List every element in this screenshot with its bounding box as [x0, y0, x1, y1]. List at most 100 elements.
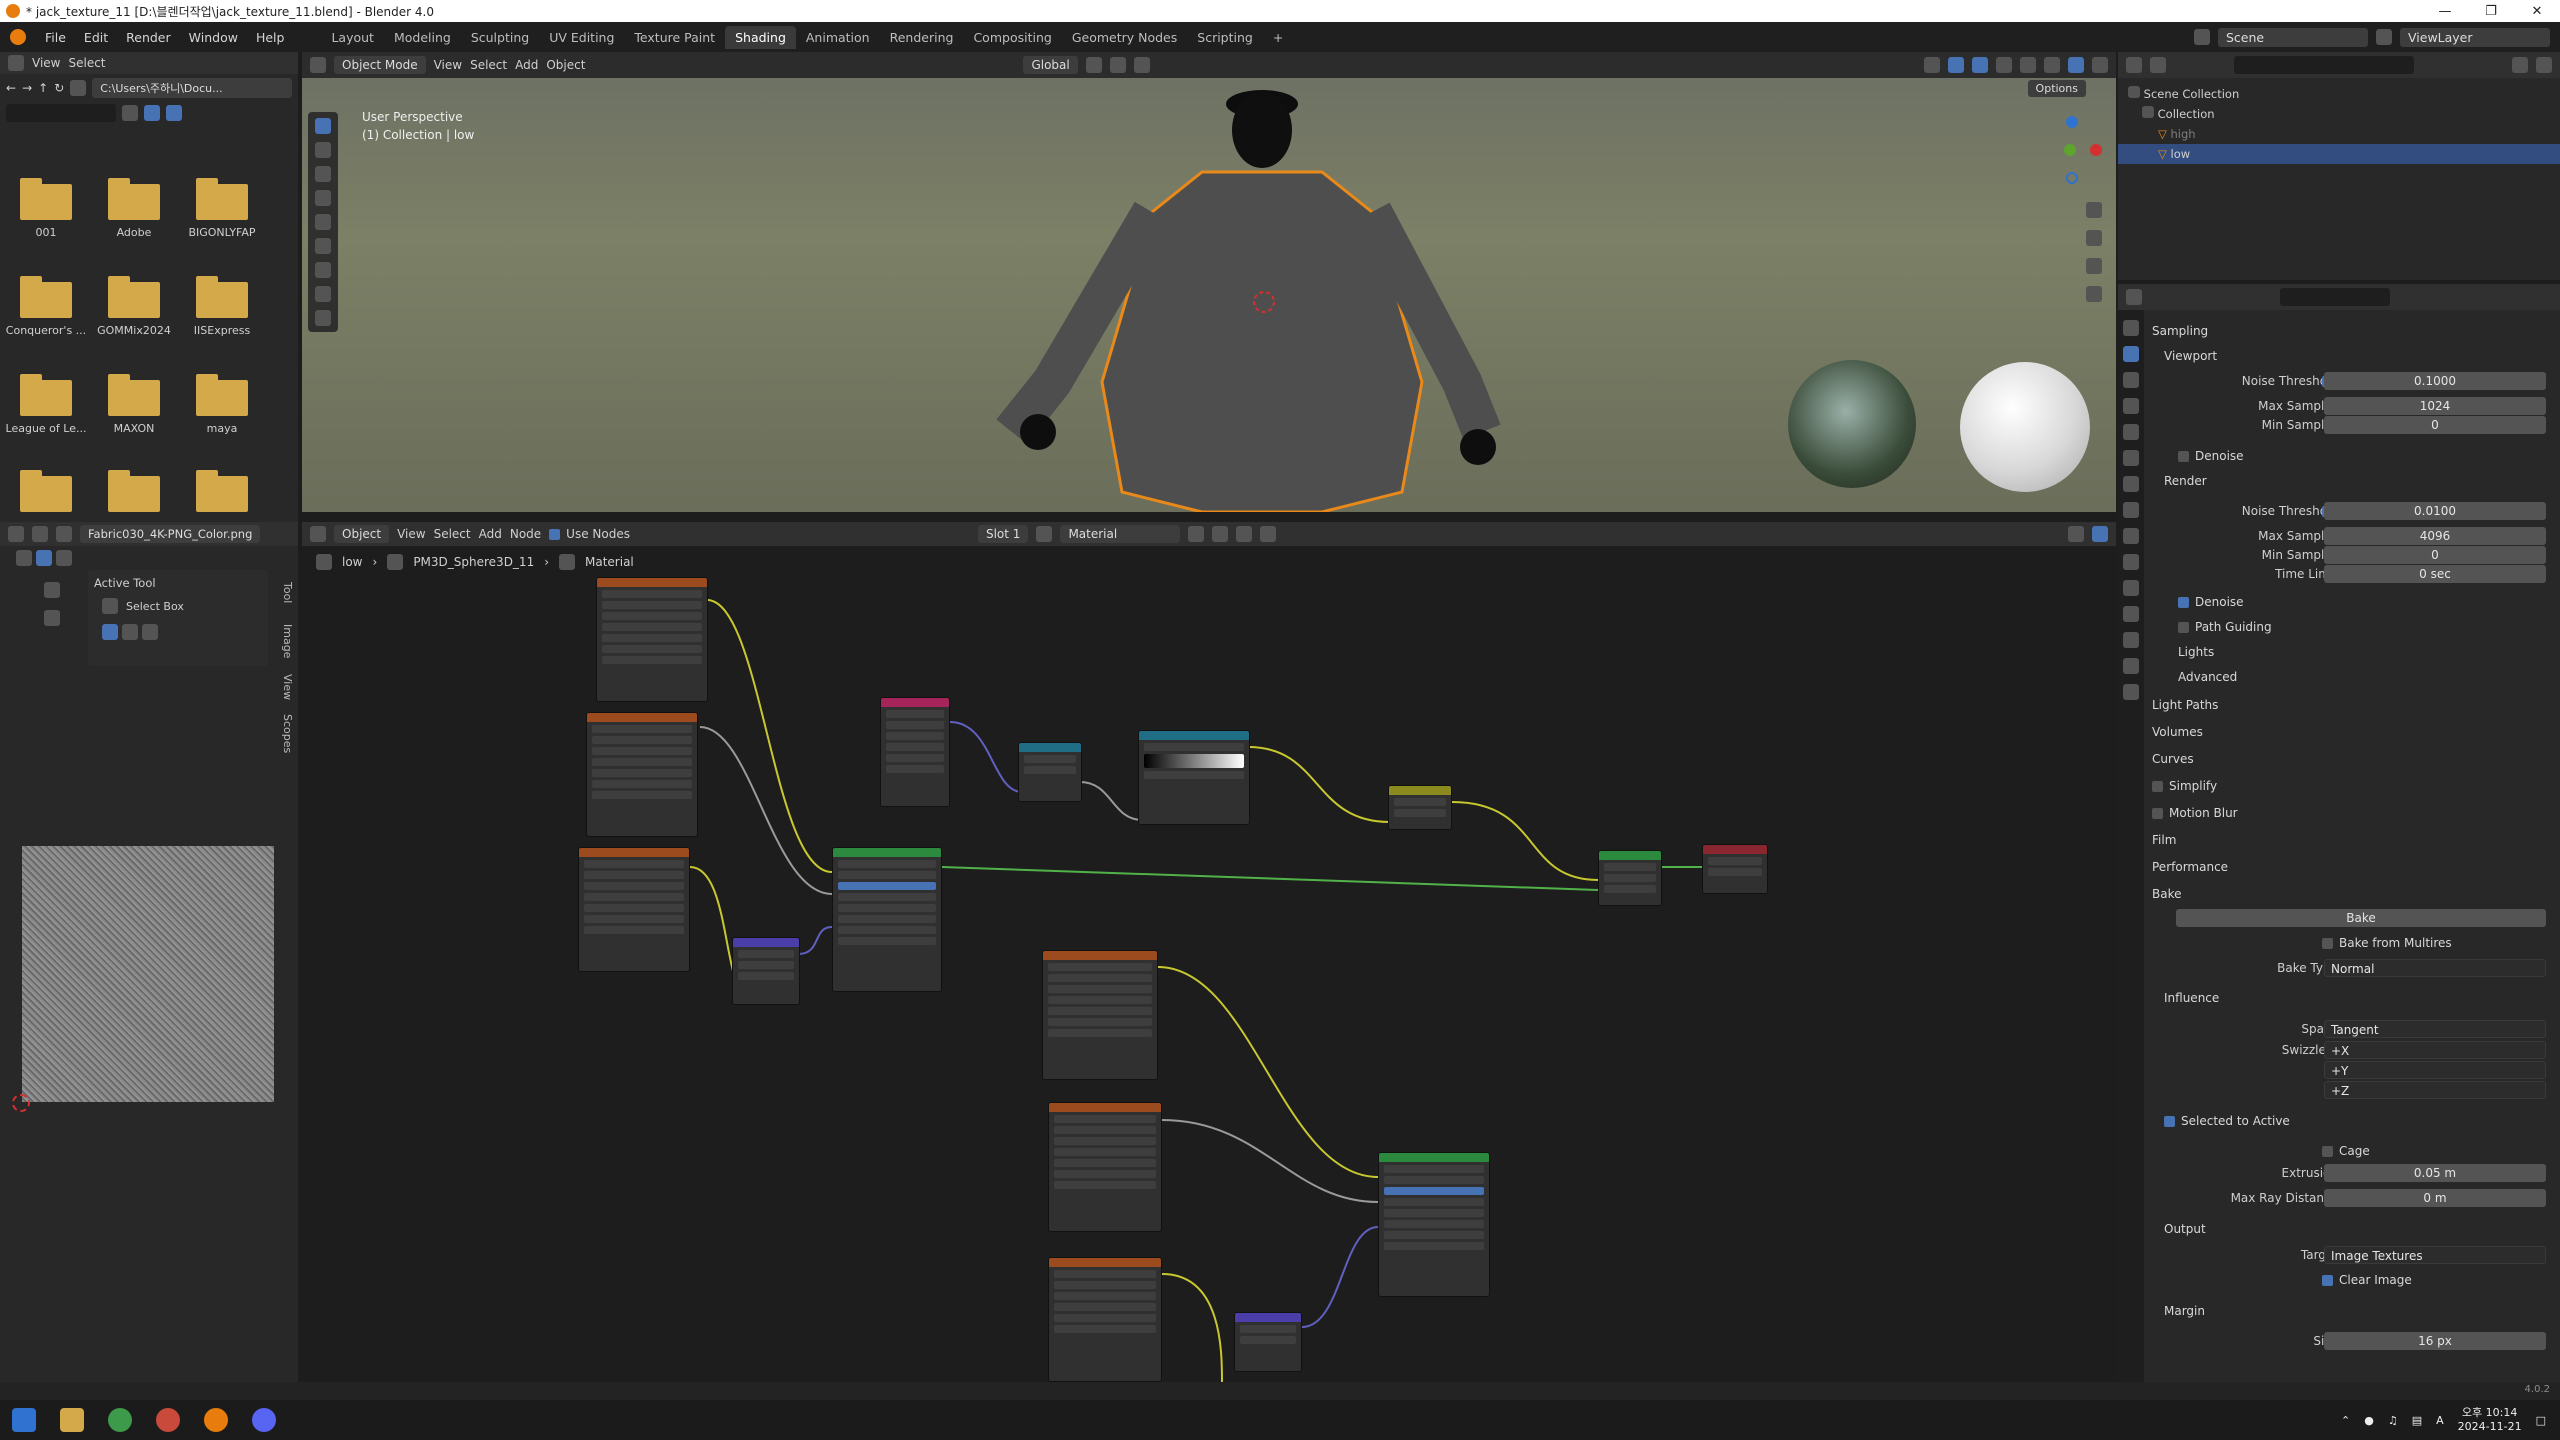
tab-texture-paint[interactable]: Texture Paint [624, 26, 725, 49]
folder-icon[interactable] [108, 276, 160, 318]
pan-hand-icon[interactable] [2086, 230, 2102, 246]
tab-modeling[interactable]: Modeling [384, 26, 461, 49]
path-field[interactable]: C:\Users\주하니\Docu... [92, 78, 292, 98]
microphone-icon[interactable]: ● [2364, 1414, 2374, 1427]
character-model[interactable] [902, 52, 1622, 512]
folder-icon[interactable] [196, 374, 248, 416]
menu-view[interactable]: View [32, 56, 60, 70]
folder-icon[interactable] [20, 470, 72, 512]
tab-shading[interactable]: Shading [725, 25, 796, 49]
wireframe-shading-icon[interactable] [2020, 57, 2036, 73]
folder-icon[interactable] [108, 470, 160, 512]
notification-icon[interactable]: □ [2536, 1414, 2546, 1427]
viewport-noise-threshold-field[interactable]: 0.1000 [2324, 372, 2546, 390]
folder-icon[interactable] [196, 470, 248, 512]
uv-cursor-icon[interactable] [12, 1094, 30, 1112]
mode-subtract-icon[interactable] [142, 624, 158, 640]
visibility-icon[interactable] [1924, 57, 1940, 73]
shader-node-editor[interactable]: Object View Select Add Node Use Nodes Sl… [302, 522, 2116, 1382]
pan-hand-icon[interactable] [44, 610, 60, 626]
filter-icon[interactable] [2512, 57, 2528, 73]
discord-icon[interactable] [252, 1408, 276, 1432]
zoom-icon[interactable] [44, 582, 60, 598]
tab-rendering[interactable]: Rendering [880, 26, 964, 49]
rotate-tool-icon[interactable] [315, 190, 331, 206]
chrome-icon[interactable] [108, 1408, 132, 1432]
select-box-mode-icon[interactable] [36, 550, 52, 566]
outliner-search-input[interactable] [2234, 56, 2414, 74]
viewlayer-selector[interactable]: ViewLayer [2400, 27, 2550, 47]
scale-tool-icon[interactable] [315, 214, 331, 230]
new-collection-icon[interactable] [2536, 57, 2552, 73]
menu-icon[interactable] [32, 526, 48, 542]
move-tool-icon[interactable] [315, 166, 331, 182]
zoom-icon[interactable] [2086, 202, 2102, 218]
swizzle-b-dropdown[interactable]: +Z [2324, 1081, 2546, 1099]
file-search-input[interactable] [6, 104, 116, 122]
tray-chevron-icon[interactable]: ⌃ [2341, 1414, 2350, 1427]
tab-uv-editing[interactable]: UV Editing [539, 26, 624, 49]
render-min-samples-field[interactable]: 0 [2324, 546, 2546, 564]
tree-item-scene-collection[interactable]: Scene Collection [2128, 84, 2550, 104]
3d-viewport[interactable]: Object Mode View Select Add Object Globa… [302, 52, 2116, 512]
principled-bsdf-node[interactable] [832, 847, 942, 992]
filter-icon[interactable] [166, 105, 182, 121]
section-bake[interactable]: Bake [2152, 887, 2182, 901]
refresh-icon[interactable]: ↻ [54, 81, 64, 95]
subsection-render[interactable]: Render [2164, 474, 2207, 488]
blender-menu-icon[interactable] [10, 29, 26, 45]
section-film[interactable]: Film [2152, 833, 2176, 847]
texture-coordinate-node[interactable] [880, 697, 950, 807]
clock[interactable]: 오후 10:14 2024-11-21 [2458, 1406, 2522, 1434]
list-view-icon[interactable] [122, 105, 138, 121]
path-guiding-toggle[interactable]: Path Guiding [2178, 620, 2272, 634]
image-texture-node[interactable] [1042, 950, 1158, 1080]
editor-type-icon[interactable] [310, 57, 326, 73]
section-light-paths[interactable]: Light Paths [2152, 698, 2218, 712]
color-ramp-node[interactable] [1138, 730, 1250, 825]
neg-z-axis-icon[interactable] [2066, 172, 2078, 184]
add-cube-tool-icon[interactable] [315, 310, 331, 326]
scene-selector[interactable]: Scene [2218, 27, 2368, 47]
tree-item-high[interactable]: ▽ high [2128, 124, 2550, 144]
menu-render[interactable]: Render [117, 30, 180, 45]
tab-view[interactable]: View [276, 674, 294, 700]
minimize-icon[interactable]: — [2422, 4, 2468, 19]
editor-type-icon[interactable] [8, 526, 24, 542]
close-icon[interactable]: ✕ [2514, 4, 2560, 19]
image-texture-node[interactable] [596, 577, 708, 702]
tab-sculpting[interactable]: Sculpting [461, 26, 539, 49]
section-simplify[interactable]: Simplify [2152, 779, 2217, 793]
properties-search-input[interactable] [2280, 288, 2390, 306]
tab-image[interactable]: Image [276, 624, 294, 658]
tab-geometry-nodes[interactable]: Geometry Nodes [1062, 26, 1187, 49]
image-texture-node[interactable] [586, 712, 698, 837]
ortho-grid-icon[interactable] [2086, 286, 2102, 302]
max-ray-distance-field[interactable]: 0 m [2324, 1189, 2546, 1207]
section-motion-blur[interactable]: Motion Blur [2152, 806, 2238, 820]
tree-item-collection[interactable]: Collection [2128, 104, 2550, 124]
margin-size-field[interactable]: 16 px [2324, 1332, 2546, 1350]
render-noise-threshold-field[interactable]: 0.0100 [2324, 502, 2546, 520]
editor-type-icon[interactable] [2126, 289, 2142, 305]
folder-icon[interactable] [20, 374, 72, 416]
subsection-lights[interactable]: Lights [2178, 645, 2214, 659]
menu-window[interactable]: Window [180, 30, 247, 45]
menu-file[interactable]: File [36, 30, 75, 45]
section-volumes[interactable]: Volumes [2152, 725, 2203, 739]
section-performance[interactable]: Performance [2152, 860, 2228, 874]
folder-icon[interactable] [108, 178, 160, 220]
add-workspace-button[interactable]: + [1263, 26, 1293, 49]
tab-tool[interactable]: Tool [276, 582, 294, 603]
swizzle-g-dropdown[interactable]: +Y [2324, 1061, 2546, 1079]
image-texture-node[interactable] [1048, 1257, 1162, 1382]
editor-type-icon[interactable] [2126, 57, 2142, 73]
camera-icon[interactable] [2086, 258, 2102, 274]
mode-extend-icon[interactable] [122, 624, 138, 640]
subsection-advanced[interactable]: Advanced [2178, 670, 2237, 684]
tab-animation[interactable]: Animation [796, 26, 880, 49]
y-axis-icon[interactable] [2064, 144, 2076, 156]
bake-from-multires-toggle[interactable]: Bake from Multires [2322, 936, 2452, 950]
viewport-min-samples-field[interactable]: 0 [2324, 416, 2546, 434]
select-extend-icon[interactable] [56, 550, 72, 566]
